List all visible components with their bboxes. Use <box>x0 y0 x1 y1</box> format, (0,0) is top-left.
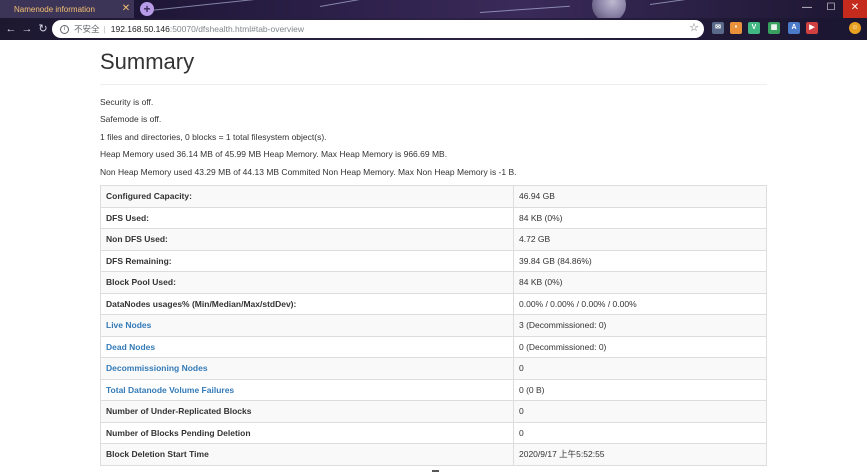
row-value-cell: 4.72 GB <box>513 228 767 251</box>
grid-extension-icon[interactable]: ▦ <box>768 22 780 34</box>
summary-table: Configured Capacity: 46.94 GB DFS Used: 84 … <box>100 185 767 466</box>
heap-memory: Heap Memory used 36.14 MB of 45.99 MB He… <box>100 149 448 159</box>
table-row: Block Deletion Start Time 2020/9/17 上午5:5… <box>100 443 767 466</box>
row-label-cell: Live Nodes <box>100 314 514 337</box>
background-streak <box>149 0 270 11</box>
safemode-status: Safemode is off. <box>100 114 162 124</box>
table-row: Decommissioning Nodes 0 <box>100 357 767 380</box>
address-path: :50070/dfshealth.html#tab-overview <box>169 24 305 34</box>
row-label-link[interactable]: Live Nodes <box>106 320 151 330</box>
filesystem-objects: 1 files and directories, 0 blocks = 1 to… <box>100 132 327 142</box>
tab-close-icon[interactable]: ✕ <box>121 3 131 14</box>
maximize-button[interactable]: ☐ <box>819 0 843 18</box>
row-value-cell: 3 (Decommissioned: 0) <box>513 314 767 337</box>
red-extension-icon[interactable]: ▶ <box>806 22 818 34</box>
row-label-link[interactable]: Decommissioning Nodes <box>106 363 208 373</box>
row-value-cell: 46.94 GB <box>513 185 767 208</box>
row-value-cell: 0.00% / 0.00% / 0.00% / 0.00% <box>513 292 767 315</box>
background-streak <box>649 0 789 5</box>
table-row: Block Pool Used: 84 KB (0%) <box>100 271 767 294</box>
table-row: Non DFS Used: 4.72 GB <box>100 228 767 251</box>
table-row: Configured Capacity: 46.94 GB <box>100 185 767 208</box>
security-status: Security is off. <box>100 97 154 107</box>
address-host: 192.168.50.146 <box>110 24 170 34</box>
table-row: DFS Remaining: 39.84 GB (84.86%) <box>100 249 767 272</box>
bookmark-star-icon[interactable]: ☆ <box>689 22 699 35</box>
browser-toolbar: ← → ↻ i 不安全 | 192.168.50.146 :50070/dfsh… <box>0 18 867 40</box>
row-label-cell: Block Deletion Start Time <box>100 443 514 466</box>
table-row: Total Datanode Volume Failures 0 (0 B) <box>100 378 767 401</box>
table-row: DataNodes usages% (Min/Median/Max/stdDev… <box>100 292 767 315</box>
mail-extension-icon[interactable]: ✉ <box>712 22 724 34</box>
row-label-cell: Number of Blocks Pending Deletion <box>100 421 514 444</box>
background-streak <box>479 5 570 13</box>
browser-tab-strip: Namenode information ✕ + — ☐ ✕ <box>0 0 867 18</box>
address-separator: | <box>103 24 106 34</box>
table-row: Dead Nodes 0 (Decommissioned: 0) <box>100 335 767 358</box>
forward-icon[interactable]: → <box>20 21 34 37</box>
minimize-button[interactable]: — <box>795 0 819 18</box>
row-value-cell: 2020/9/17 上午5:52:55 <box>513 443 767 466</box>
table-row: Number of Blocks Pending Deletion 0 <box>100 421 767 444</box>
non-heap-memory: Non Heap Memory used 43.29 MB of 44.13 M… <box>100 167 517 177</box>
background-streak <box>319 0 478 7</box>
row-label-cell: Number of Under-Replicated Blocks <box>100 400 514 423</box>
address-bar[interactable]: i 不安全 | 192.168.50.146 :50070/dfshealth.… <box>52 20 704 38</box>
background-planet <box>592 0 626 18</box>
row-label-link[interactable]: Total Datanode Volume Failures <box>106 385 234 395</box>
row-label-cell: Dead Nodes <box>100 335 514 358</box>
page-title: Summary <box>100 49 195 74</box>
insecure-label: 不安全 <box>74 24 100 34</box>
row-label-cell: Block Pool Used: <box>100 271 514 294</box>
site-info-icon[interactable]: i <box>60 24 69 34</box>
scroll-indicator <box>432 470 439 472</box>
back-icon[interactable]: ← <box>4 21 18 37</box>
row-label-cell: DFS Used: <box>100 206 514 229</box>
row-value-cell: 0 (Decommissioned: 0) <box>513 335 767 358</box>
translate-extension-icon[interactable]: A <box>788 22 800 34</box>
tab-title: Namenode information <box>14 4 95 14</box>
table-row: Number of Under-Replicated Blocks 0 <box>100 400 767 423</box>
row-label-cell: Configured Capacity: <box>100 185 514 208</box>
close-window-button[interactable]: ✕ <box>843 0 867 18</box>
row-label-cell: Total Datanode Volume Failures <box>100 378 514 401</box>
row-value-cell: 0 (0 B) <box>513 378 767 401</box>
vue-extension-icon[interactable]: V <box>748 22 760 34</box>
table-row: Live Nodes 3 (Decommissioned: 0) <box>100 314 767 337</box>
row-label-cell: Non DFS Used: <box>100 228 514 251</box>
row-label-cell: DataNodes usages% (Min/Median/Max/stdDev… <box>100 292 514 315</box>
row-value-cell: 0 <box>513 400 767 423</box>
browser-tab-active[interactable]: Namenode information ✕ <box>0 0 134 18</box>
row-value-cell: 0 <box>513 421 767 444</box>
row-label-link[interactable]: Dead Nodes <box>106 342 155 352</box>
profile-avatar-icon[interactable]: ☺ <box>849 22 861 34</box>
row-value-cell: 0 <box>513 357 767 380</box>
row-value-cell: 84 KB (0%) <box>513 206 767 229</box>
row-label-cell: Decommissioning Nodes <box>100 357 514 380</box>
row-value-cell: 84 KB (0%) <box>513 271 767 294</box>
title-divider <box>100 84 767 85</box>
orange-extension-icon[interactable]: • <box>730 22 742 34</box>
new-tab-button[interactable]: + <box>140 2 154 16</box>
row-label-cell: DFS Remaining: <box>100 249 514 272</box>
row-value-cell: 39.84 GB (84.86%) <box>513 249 767 272</box>
table-row: DFS Used: 84 KB (0%) <box>100 206 767 229</box>
reload-icon[interactable]: ↻ <box>36 21 50 37</box>
